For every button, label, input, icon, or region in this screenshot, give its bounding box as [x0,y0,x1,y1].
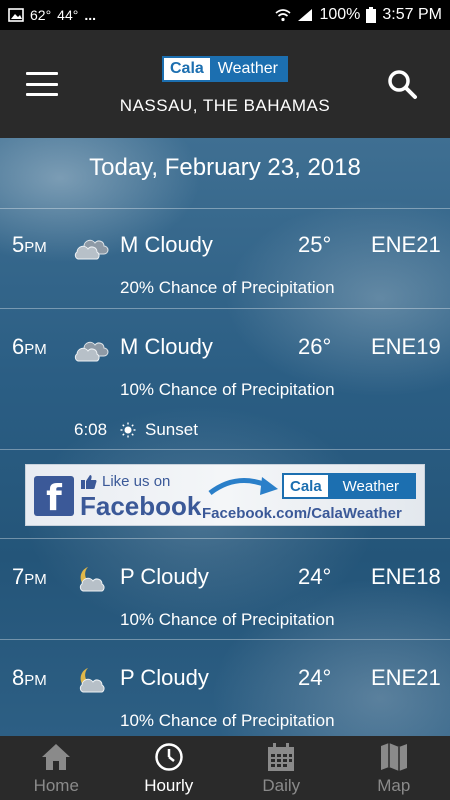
nav-hourly[interactable]: Hourly [113,736,226,800]
divider [0,449,450,450]
divider [0,308,450,309]
moon-cloud-icon [79,567,105,592]
hour-label: 5PM [12,232,47,257]
signal-icon [297,8,313,22]
precip-label: 10% Chance of Precipitation [120,610,335,629]
status-more: ... [84,7,97,23]
cloudy-icon [74,341,109,362]
status-bar: 62° 44° ... 100% 3:57 PM [0,0,450,30]
temperature-label: 26° [298,334,332,359]
status-left: 62° 44° ... [8,7,96,23]
wind-label: ENE18 [371,564,441,589]
nav-map[interactable]: Map [338,736,450,800]
wind-label: ENE19 [371,334,441,359]
image-notification-icon [8,8,24,22]
facebook-banner[interactable]: f Like us on Facebook Cala Weather Faceb… [25,464,425,526]
map-icon [380,743,407,771]
wifi-icon [275,8,292,22]
hour-label: 7PM [12,564,47,589]
search-icon[interactable] [386,68,418,100]
banner-logo-cala: Cala [284,475,328,497]
app-header: Cala Weather NASSAU, THE BAHAMAS [0,30,450,138]
status-temp-low: 44° [57,7,79,23]
moon-cloud-icon [79,668,105,693]
nav-hourly-label: Hourly [144,776,194,795]
facebook-logo-icon: f [34,476,74,519]
sunset-time: 6:08 [74,420,108,439]
precip-label: 20% Chance of Precipitation [120,278,335,297]
wind-label: ENE21 [371,232,441,257]
temperature-label: 24° [298,564,332,589]
bottom-nav: Home Hourly Daily Map [0,736,450,800]
wind-label: ENE21 [371,665,441,690]
location-label[interactable]: NASSAU, THE BAHAMAS [0,96,450,116]
status-right: 100% 3:57 PM [275,6,442,24]
facebook-url: Facebook.com/CalaWeather [202,505,402,522]
sunset-label: Sunset [145,420,198,439]
logo-cala: Cala [164,58,210,80]
nav-daily-label: Daily [262,776,301,795]
banner-cala-logo: Cala Weather [282,473,416,499]
condition-label: M Cloudy [120,232,213,257]
divider [0,208,450,209]
temperature-label: 25° [298,232,332,257]
menu-icon[interactable] [26,72,58,96]
precip-label: 10% Chance of Precipitation [120,711,335,730]
battery-percent: 100% [319,6,361,23]
cloudy-icon [74,239,109,260]
battery-icon [366,7,377,23]
app-logo: Cala Weather [162,56,288,82]
hour-label: 8PM [12,665,47,690]
condition-label: P Cloudy [120,665,209,690]
nav-home[interactable]: Home [0,736,113,800]
banner-logo-weather: Weather [327,475,414,497]
divider [0,639,450,640]
clock-icon [155,743,183,771]
facebook-like-text: Like us on [102,473,171,490]
temperature-label: 24° [298,665,332,690]
status-time: 3:57 PM [382,6,442,23]
logo-weather: Weather [209,58,286,80]
hour-label: 6PM [12,334,47,359]
precip-label: 10% Chance of Precipitation [120,380,335,399]
hourly-forecast[interactable]: Today, February 23, 2018 5PM M Cloudy 25… [0,138,450,736]
thumbs-up-icon [81,475,97,489]
facebook-word: Facebook [80,491,202,521]
arrow-icon [208,477,278,496]
date-title: Today, February 23, 2018 [89,154,361,181]
condition-label: M Cloudy [120,334,213,359]
divider [0,538,450,539]
calendar-icon [268,743,295,771]
home-icon [42,744,71,770]
nav-home-label: Home [33,776,79,795]
nav-map-label: Map [377,776,411,795]
sun-icon [120,422,136,438]
status-temp-high: 62° [30,7,52,23]
nav-daily[interactable]: Daily [225,736,338,800]
condition-label: P Cloudy [120,564,209,589]
